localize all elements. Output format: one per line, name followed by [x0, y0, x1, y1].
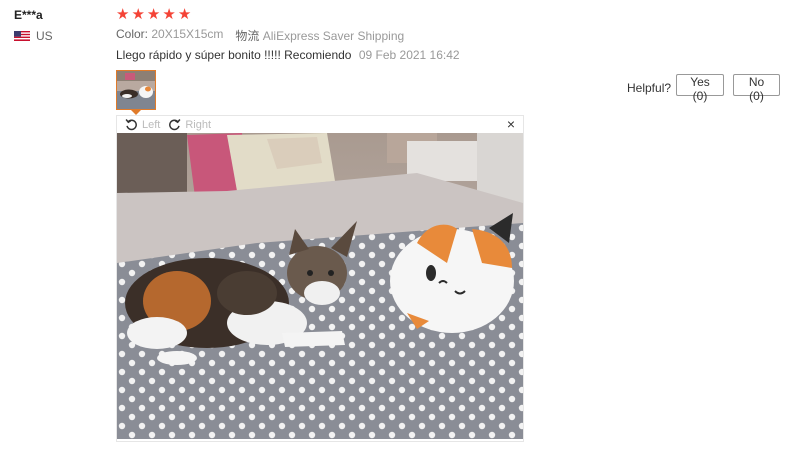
rotate-right-button[interactable]: Right — [168, 118, 211, 131]
helpful-yes-button[interactable]: Yes (0) — [676, 74, 724, 103]
rotate-right-icon — [169, 119, 181, 131]
rotate-left-button[interactable]: Left — [125, 118, 160, 131]
reviewer-name: E***a — [14, 8, 43, 22]
star-icon: ★ — [177, 6, 192, 23]
star-icon: ★ — [162, 6, 176, 23]
attribute-value: AliExpress Saver Shipping — [262, 29, 405, 43]
helpful-no-button[interactable]: No (0) — [733, 74, 780, 103]
review-date: 09 Feb 2021 16:42 — [358, 48, 460, 62]
star-icon: ★ — [146, 6, 161, 23]
thumbnail-image — [117, 71, 155, 109]
attribute-color: Color: 20X15X15cm — [116, 27, 223, 44]
reviewer-country: US — [14, 29, 53, 43]
close-icon[interactable]: × — [507, 117, 515, 131]
rotate-right-label: Right — [185, 118, 212, 131]
order-attributes: Color: 20X15X15cm 物流 AliExpress Saver Sh… — [116, 27, 404, 44]
photo-viewer-toolbar: Left Right — [117, 116, 523, 133]
attribute-shipping: 物流 AliExpress Saver Shipping — [235, 27, 404, 44]
us-flag-icon — [14, 31, 30, 41]
attribute-key: Color: — [116, 27, 149, 41]
photo-viewer: Left Right × — [116, 115, 524, 442]
feedback-text: Llego rápido y súper bonito !!!!! Recomi… — [116, 48, 352, 62]
star-rating: ★ ★ ★ ★ ★ — [116, 7, 191, 22]
rotate-left-label: Left — [142, 118, 161, 131]
star-icon: ★ — [116, 6, 130, 23]
rotate-left-icon — [125, 119, 137, 131]
attribute-key: 物流 — [235, 29, 260, 43]
attribute-value: 20X15X15cm — [151, 27, 224, 41]
helpful-label: Helpful? — [627, 81, 672, 95]
review-photo-thumbnail[interactable] — [116, 70, 156, 110]
review-photo — [117, 133, 523, 439]
star-icon: ★ — [131, 6, 145, 23]
country-code: US — [36, 29, 53, 43]
review-feedback: Llego rápido y súper bonito !!!!! Recomi… — [116, 48, 460, 62]
